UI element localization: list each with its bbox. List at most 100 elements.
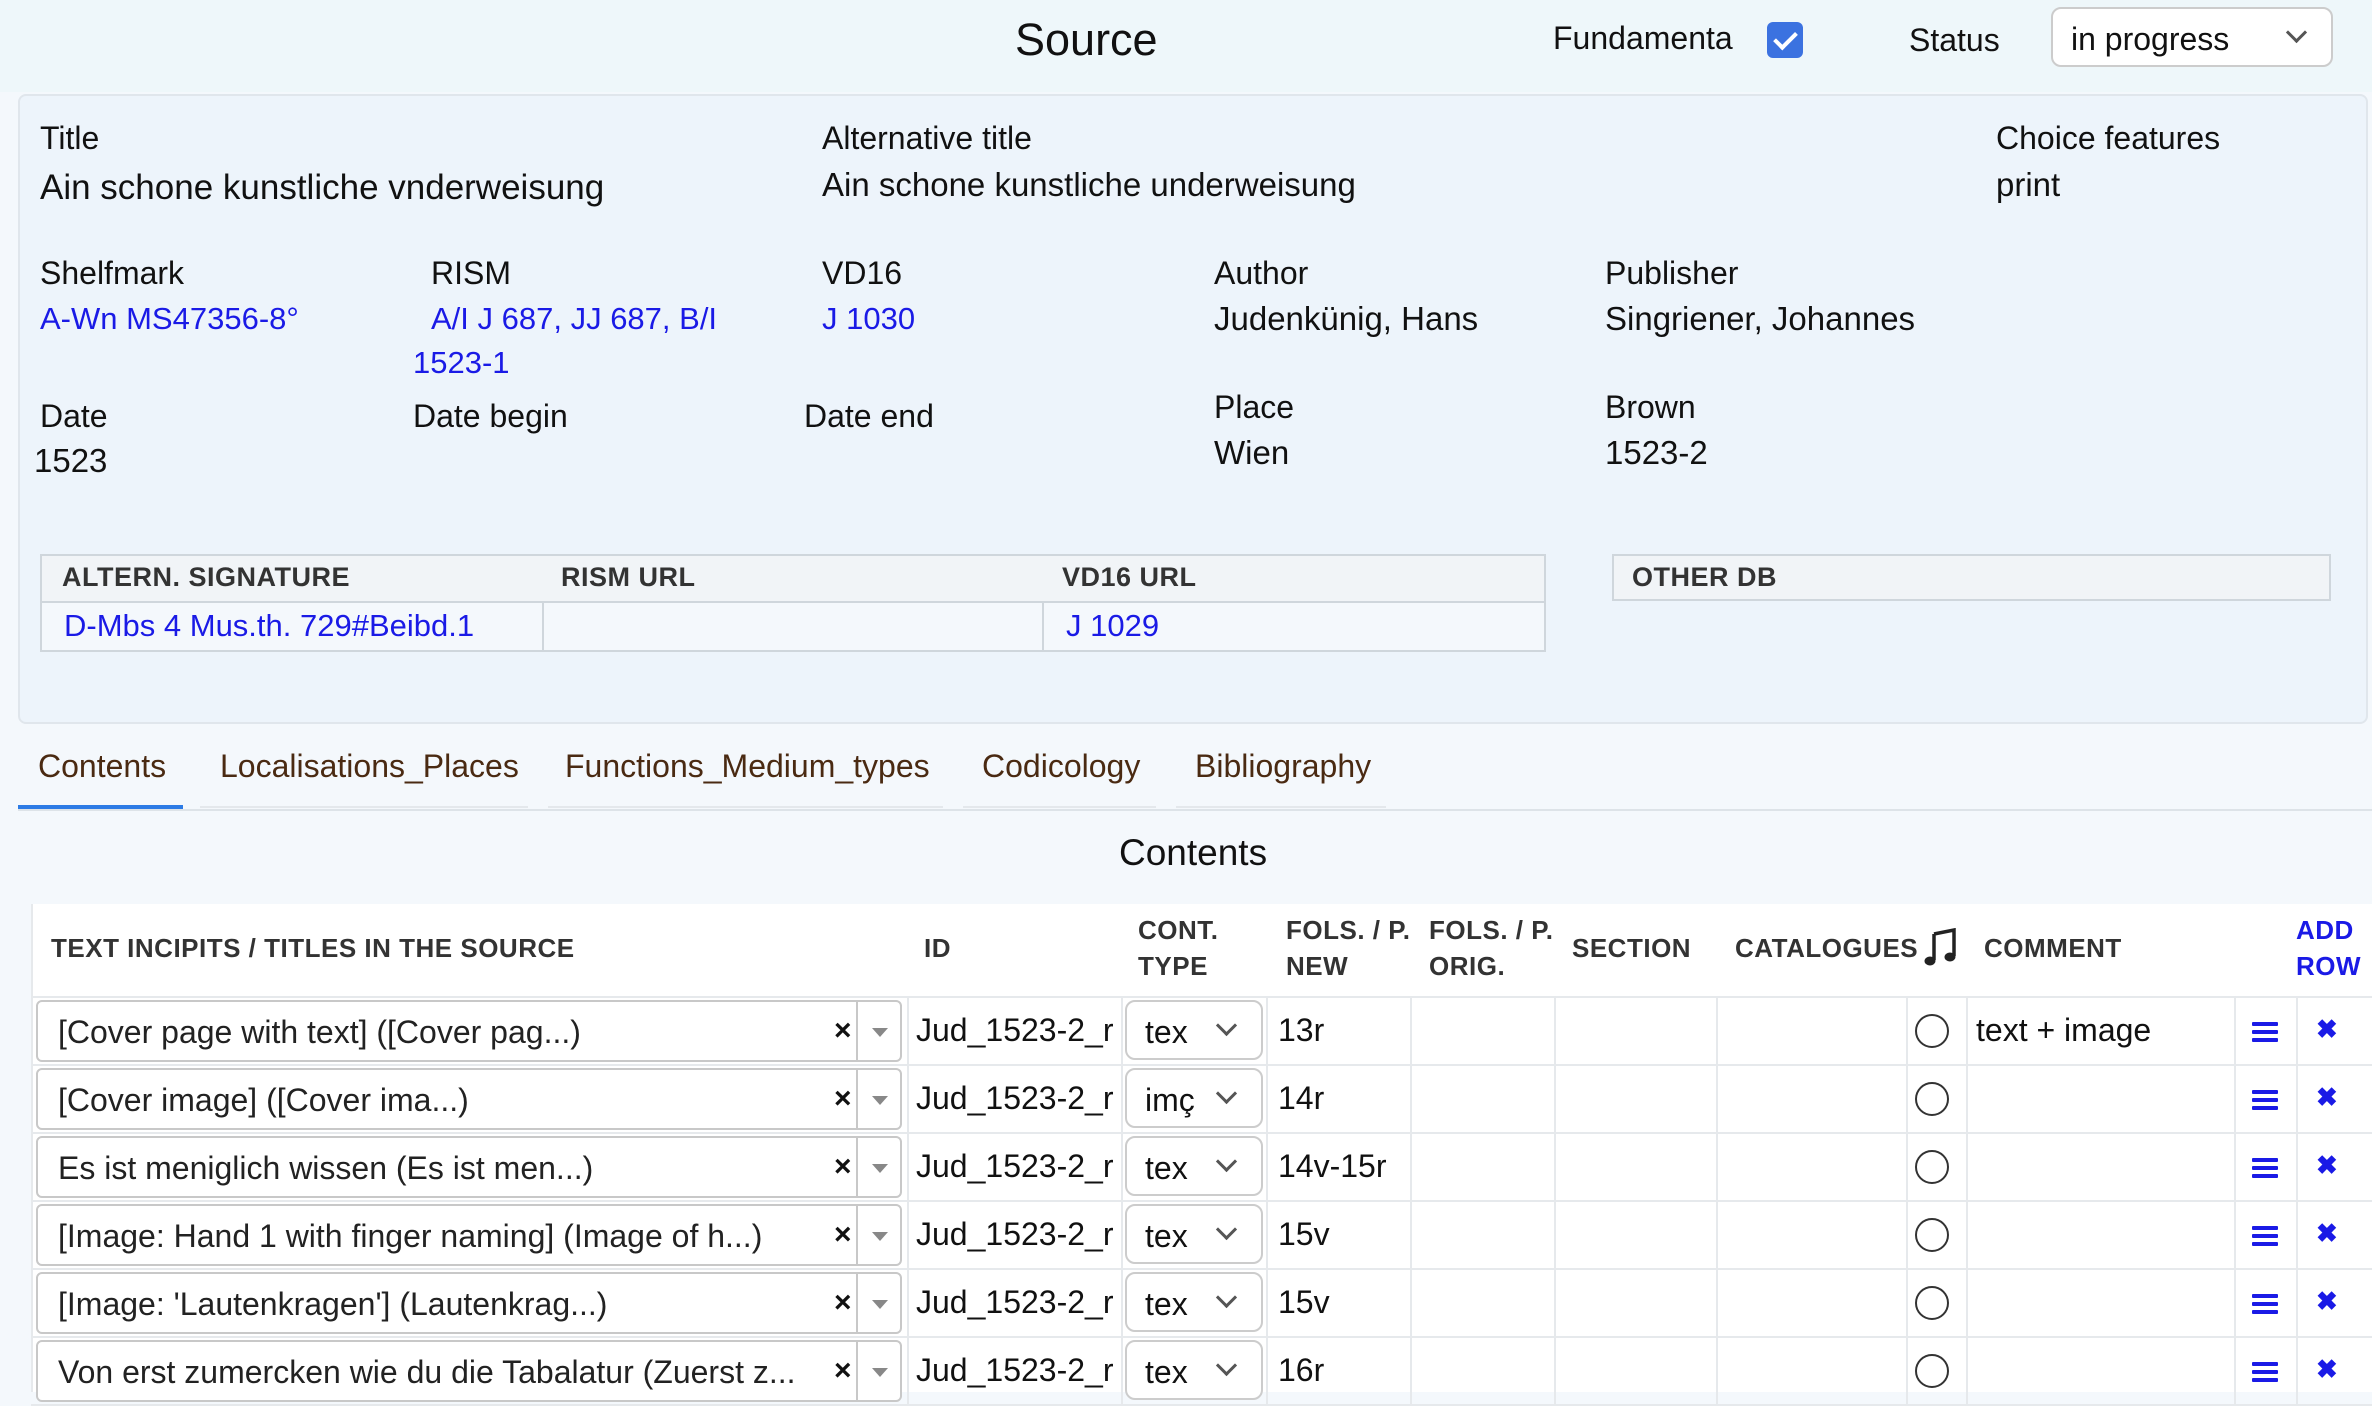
- music-radio[interactable]: [1915, 1082, 1949, 1116]
- vd16-label: VD16: [822, 255, 903, 291]
- chevron-down-icon: [2285, 21, 2308, 44]
- tab-functions-medium-types[interactable]: Functions_Medium_types: [565, 748, 930, 785]
- column-divider: [1966, 1270, 1968, 1338]
- select-separator: [856, 1274, 858, 1332]
- row-divider: [31, 1268, 2372, 1270]
- music-radio[interactable]: [1915, 1014, 1949, 1048]
- column-divider: [1410, 1202, 1412, 1270]
- tab-codicology[interactable]: Codicology: [982, 748, 1140, 785]
- status-value: in progress: [2071, 21, 2230, 57]
- comment-value[interactable]: text + image: [1976, 1012, 2151, 1049]
- clear-icon[interactable]: ×: [834, 1150, 852, 1184]
- column-divider: [1410, 1270, 1412, 1338]
- incipit-select[interactable]: [Cover image] ([Cover ima...) ×: [36, 1068, 902, 1130]
- music-radio[interactable]: [1915, 1150, 1949, 1184]
- delete-row-icon[interactable]: ✖: [2316, 1082, 2338, 1113]
- vd16-link[interactable]: J 1030: [822, 301, 915, 337]
- incipit-select-value: Es ist meniglich wissen (Es ist men...): [58, 1150, 594, 1186]
- row-id: Jud_1523-2_r: [916, 1012, 1114, 1048]
- content-type-select[interactable]: tex: [1125, 1000, 1263, 1060]
- delete-row-icon[interactable]: ✖: [2316, 1150, 2338, 1181]
- incipit-select-value: [Cover page with text] ([Cover pag...): [58, 1014, 581, 1050]
- music-radio[interactable]: [1915, 1354, 1949, 1388]
- fols-new-value[interactable]: 14r: [1278, 1080, 1324, 1117]
- tab-localisations-places[interactable]: Localisations_Places: [220, 748, 519, 785]
- column-divider: [1410, 998, 1412, 1066]
- menu-icon[interactable]: [2252, 1226, 2278, 1246]
- dropdown-arrow-icon[interactable]: [872, 1096, 888, 1105]
- fundamenta-checkbox[interactable]: [1767, 22, 1803, 58]
- delete-row-icon[interactable]: ✖: [2316, 1218, 2338, 1249]
- tab-bibliography[interactable]: Bibliography: [1195, 748, 1371, 785]
- incipit-select[interactable]: Von erst zumercken wie du die Tabalatur …: [36, 1340, 902, 1402]
- incipit-select[interactable]: [Image: Hand 1 with finger naming] (Imag…: [36, 1204, 902, 1266]
- music-radio[interactable]: [1915, 1286, 1949, 1320]
- rism-link[interactable]: A/I J 687, JJ 687, B/I: [431, 301, 717, 337]
- dropdown-arrow-icon[interactable]: [872, 1164, 888, 1173]
- incipit-select[interactable]: [Cover page with text] ([Cover pag...) ×: [36, 1000, 902, 1062]
- fols-new-value[interactable]: 15v: [1278, 1284, 1330, 1321]
- menu-icon[interactable]: [2252, 1158, 2278, 1178]
- music-note-icon: [1924, 928, 1956, 966]
- incipit-select[interactable]: [Image: 'Lautenkragen'] (Lautenkrag...) ×: [36, 1272, 902, 1334]
- altern-signature-link[interactable]: D-Mbs 4 Mus.th. 729#Beibd.1: [64, 608, 474, 644]
- column-divider: [1266, 1134, 1268, 1202]
- alt-title-label: Alternative title: [822, 120, 1032, 156]
- clear-icon[interactable]: ×: [834, 1286, 852, 1320]
- column-divider: [2234, 1066, 2236, 1134]
- clear-icon[interactable]: ×: [834, 1082, 852, 1116]
- row-divider: [31, 1132, 2372, 1134]
- column-divider: [1716, 1066, 1718, 1134]
- fundamenta-label: Fundamenta: [1553, 20, 1733, 56]
- contents-title: Contents: [1119, 832, 1268, 873]
- delete-row-icon[interactable]: ✖: [2316, 1014, 2338, 1045]
- column-divider: [1966, 998, 1968, 1066]
- clear-icon[interactable]: ×: [834, 1218, 852, 1252]
- clear-icon[interactable]: ×: [834, 1014, 852, 1048]
- vd16-url-link[interactable]: J 1029: [1066, 608, 1159, 644]
- column-divider: [1121, 998, 1123, 1066]
- comment-header: COMMENT: [1984, 933, 2122, 963]
- menu-icon[interactable]: [2252, 1090, 2278, 1110]
- alt-title-value: Ain schone kunstliche underweisung: [822, 166, 1356, 203]
- title-value: Ain schone kunstliche vnderweisung: [40, 168, 605, 207]
- date-begin-label: Date begin: [413, 398, 568, 434]
- tab-active-indicator: [18, 805, 183, 809]
- add-row-button[interactable]: ADD: [2296, 912, 2354, 948]
- column-divider: [2296, 1270, 2298, 1338]
- content-type-select[interactable]: tex: [1125, 1340, 1263, 1400]
- column-divider: [1266, 1338, 1268, 1406]
- column-divider: [2296, 998, 2298, 1066]
- menu-icon[interactable]: [2252, 1362, 2278, 1382]
- incipit-select[interactable]: Es ist meniglich wissen (Es ist men...) ×: [36, 1136, 902, 1198]
- menu-icon[interactable]: [2252, 1294, 2278, 1314]
- add-row-button-2[interactable]: ROW: [2296, 948, 2361, 984]
- fols-new-value[interactable]: 15v: [1278, 1216, 1330, 1253]
- clear-icon[interactable]: ×: [834, 1354, 852, 1388]
- content-type-select[interactable]: tex: [1125, 1136, 1263, 1196]
- shelfmark-link[interactable]: A-Wn MS47356-8°: [40, 301, 299, 337]
- column-divider: [1266, 1066, 1268, 1134]
- dropdown-arrow-icon[interactable]: [872, 1300, 888, 1309]
- dropdown-arrow-icon[interactable]: [872, 1368, 888, 1377]
- music-radio[interactable]: [1915, 1218, 1949, 1252]
- content-type-select[interactable]: imç: [1125, 1068, 1263, 1128]
- chevron-down-icon: [1215, 1286, 1238, 1309]
- content-type-select[interactable]: tex: [1125, 1204, 1263, 1264]
- menu-icon[interactable]: [2252, 1022, 2278, 1042]
- catalogues-header: CATALOGUES: [1735, 933, 1919, 963]
- delete-row-icon[interactable]: ✖: [2316, 1354, 2338, 1385]
- tab-contents[interactable]: Contents: [38, 748, 166, 785]
- content-type-select[interactable]: tex: [1125, 1272, 1263, 1332]
- fols-new-value[interactable]: 13r: [1278, 1012, 1324, 1049]
- content-type-value: tex: [1145, 1150, 1188, 1186]
- dropdown-arrow-icon[interactable]: [872, 1028, 888, 1037]
- delete-row-icon[interactable]: ✖: [2316, 1286, 2338, 1317]
- column-divider: [1121, 1338, 1123, 1406]
- dropdown-arrow-icon[interactable]: [872, 1232, 888, 1241]
- fols-new-value[interactable]: 16r: [1278, 1352, 1324, 1389]
- rism-link-continued[interactable]: 1523-1: [413, 345, 510, 381]
- incipit-select-value: [Image: 'Lautenkragen'] (Lautenkrag...): [58, 1286, 608, 1322]
- fols-new-value[interactable]: 14v-15r: [1278, 1148, 1387, 1185]
- status-select[interactable]: in progress: [2051, 7, 2333, 67]
